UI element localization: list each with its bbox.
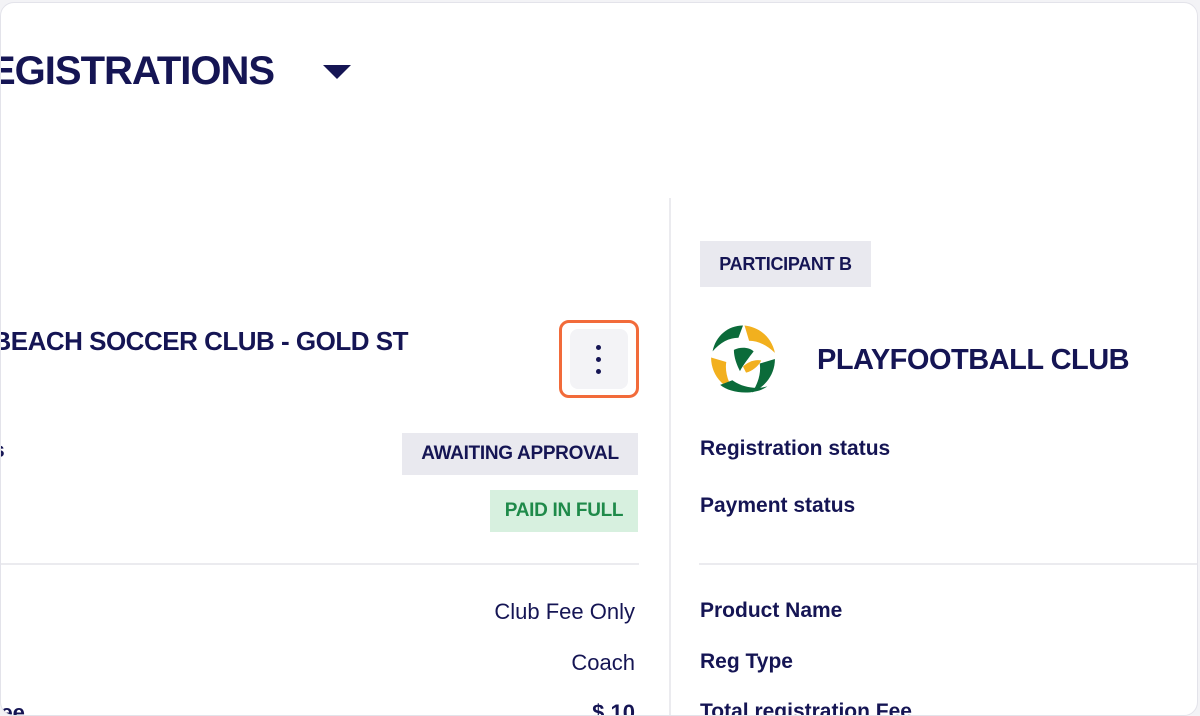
registration-status-label: Registration status — [700, 437, 891, 460]
fee-label: Fee — [0, 700, 25, 716]
club-name: PLAYFOOTBALL CLUB — [817, 344, 1130, 376]
more-vertical-icon — [596, 345, 601, 350]
caret-down-icon[interactable] — [323, 65, 351, 79]
reg-type-label: Reg Type — [700, 650, 793, 673]
payment-status-label: Payment status — [700, 494, 856, 517]
football-australia-logo — [711, 325, 775, 393]
status-label: s — [1, 439, 5, 463]
fee-value: $ 10 — [592, 700, 635, 716]
total-registration-fee-label: Total registration Fee — [700, 700, 912, 716]
participant-badge: PARTICIPANT B — [700, 241, 871, 287]
registrations-window: EGISTRATIONS I BEACH SOCCER CLUB - GOLD … — [0, 2, 1198, 716]
product-name-value: Club Fee Only — [494, 599, 635, 624]
payment-status-badge: PAID IN FULL — [490, 490, 638, 532]
divider — [1, 563, 639, 565]
club-name: I BEACH SOCCER CLUB - GOLD ST — [0, 326, 408, 356]
column-divider — [669, 198, 671, 715]
page-title: EGISTRATIONS — [0, 49, 275, 93]
divider — [699, 563, 1197, 565]
more-options-button[interactable] — [559, 320, 639, 398]
reg-type-value: Coach — [571, 650, 635, 675]
product-name-label: Product Name — [700, 599, 843, 622]
registration-status-badge: AWAITING APPROVAL — [402, 433, 638, 475]
